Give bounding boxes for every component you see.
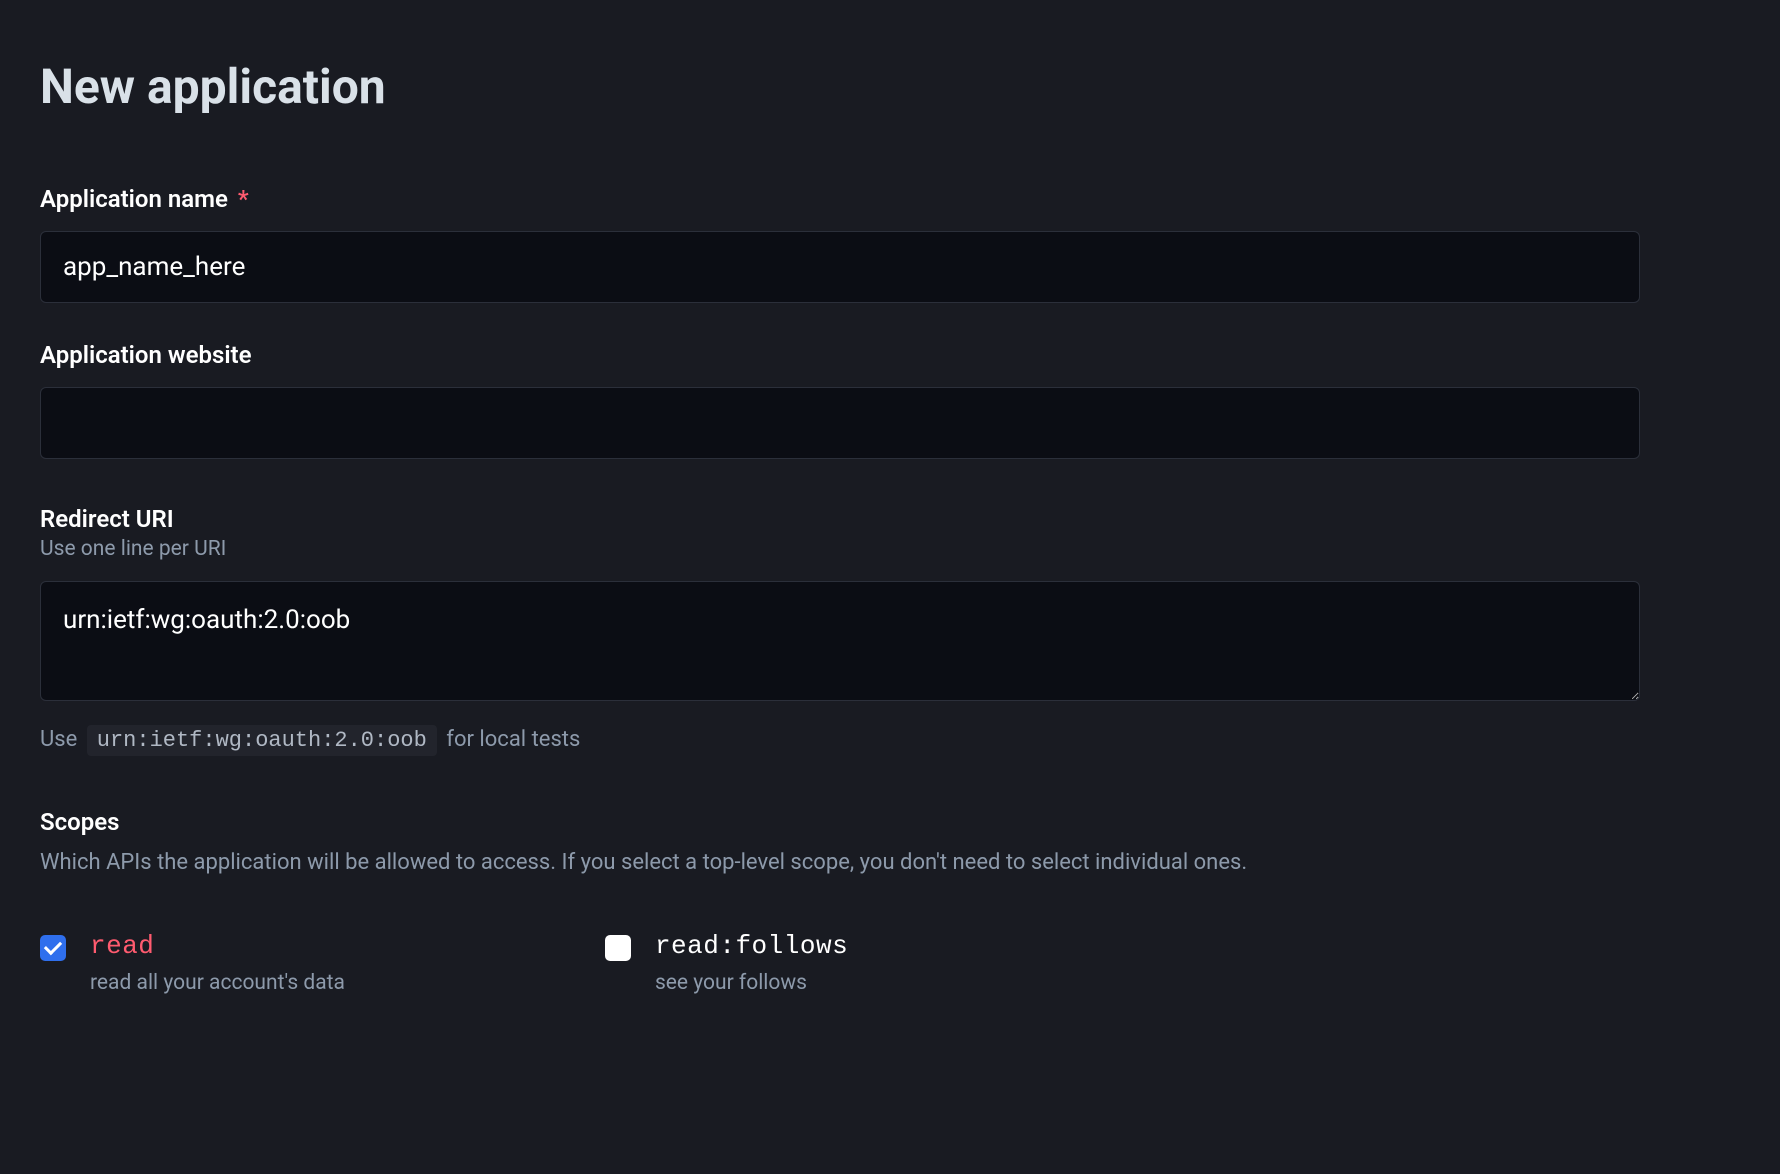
- scope-checkbox-read[interactable]: [40, 935, 66, 961]
- redirect-uri-label: Redirect URI: [40, 505, 1740, 533]
- application-website-label: Application website: [40, 341, 1740, 369]
- scopes-grid: read read all your account's data read:f…: [40, 931, 1740, 995]
- application-name-group: Application name *: [40, 185, 1740, 303]
- scopes-description: Which APIs the application will be allow…: [40, 850, 1740, 875]
- redirect-uri-helper-code: urn:ietf:wg:oauth:2.0:oob: [87, 725, 437, 756]
- redirect-uri-group: Redirect URI Use one line per URI Use ur…: [40, 505, 1740, 756]
- scopes-heading: Scopes: [40, 808, 1740, 836]
- scope-item-read: read read all your account's data: [40, 931, 345, 995]
- scope-name-read: read: [90, 931, 345, 961]
- application-name-label: Application name *: [40, 185, 1740, 213]
- application-name-input[interactable]: [40, 231, 1640, 303]
- scope-name-read-follows: read:follows: [655, 931, 848, 961]
- required-asterisk-icon: *: [238, 185, 249, 213]
- page-title: New application: [40, 58, 1740, 115]
- scope-desc-read-follows: see your follows: [655, 971, 848, 995]
- redirect-uri-helper: Use urn:ietf:wg:oauth:2.0:oob for local …: [40, 725, 1740, 756]
- application-website-input[interactable]: [40, 387, 1640, 459]
- application-name-label-text: Application name: [40, 185, 228, 213]
- scope-checkbox-read-follows[interactable]: [605, 935, 631, 961]
- scope-item-read-follows: read:follows see your follows: [605, 931, 848, 995]
- redirect-uri-input[interactable]: [40, 581, 1640, 701]
- redirect-uri-helper-suffix: for local tests: [446, 727, 580, 752]
- scopes-section: Scopes Which APIs the application will b…: [40, 808, 1740, 995]
- redirect-uri-helper-prefix: Use: [40, 727, 77, 752]
- scope-desc-read: read all your account's data: [90, 971, 345, 995]
- application-website-group: Application website: [40, 341, 1740, 459]
- redirect-uri-hint: Use one line per URI: [40, 537, 1740, 561]
